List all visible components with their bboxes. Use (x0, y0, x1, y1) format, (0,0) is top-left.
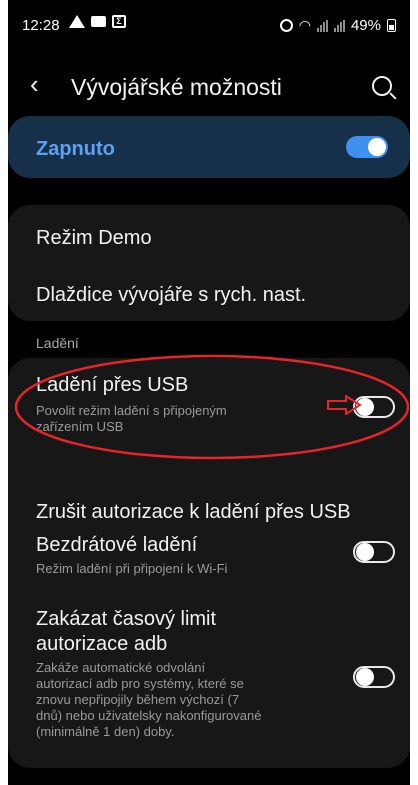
revoke-usb-auth-item[interactable]: Zrušit autorizace k ladění přes USB (36, 501, 351, 524)
signal-icon (316, 19, 328, 32)
wifi-icon: ◠ (298, 17, 311, 33)
list-item-dev-tiles[interactable]: Dlaždice vývojáře s rych. nast. (36, 284, 306, 307)
notification-icons: Σ (69, 15, 126, 28)
adb-timeout-desc-3: znovu nepřipojily během výchozí (7 (36, 692, 240, 707)
status-bar: 12:28 Σ ◠ 49% (8, 0, 410, 40)
annotation-arrow-icon (327, 395, 362, 415)
mail-icon (91, 16, 106, 27)
app-bar: ‹ Vývojářské možnosti (8, 60, 410, 110)
phone-screen: 12:28 Σ ◠ 49% ‹ Vývojářské možnosti Zapn… (8, 0, 410, 785)
back-icon[interactable]: ‹ (30, 71, 39, 97)
top-settings-card: Režim Demo Dlaždice vývojáře s rych. nas… (8, 205, 410, 321)
search-icon[interactable] (372, 76, 392, 96)
warning-icon (69, 15, 85, 28)
adb-timeout-desc-1: Zakáže automatické odvolání (36, 660, 206, 675)
list-item-demo-mode[interactable]: Režim Demo (36, 227, 152, 250)
section-header-debugging: Ladění (36, 335, 79, 351)
wireless-debugging-desc: Režim ladění při připojení k Wi-Fi (36, 561, 228, 576)
battery-percent: 49% (350, 17, 381, 34)
alarm-icon (279, 19, 293, 32)
battery-icon (387, 19, 396, 32)
signal-icon-2 (333, 19, 345, 32)
wireless-debugging-switch[interactable] (353, 541, 395, 563)
adb-timeout-desc-2: autorizací adb pro systémy, které se (36, 676, 244, 691)
adb-timeout-title-1: Zakázat časový limit (36, 608, 217, 630)
adb-timeout-switch[interactable] (353, 666, 395, 688)
sigma-icon: Σ (112, 15, 126, 28)
status-time: 12:28 (22, 17, 60, 34)
wireless-debugging-title: Bezdrátové ladění (36, 534, 198, 556)
system-icons: ◠ 49% (279, 17, 396, 34)
page-title: Vývojářské možnosti (71, 74, 282, 100)
adb-timeout-title-2: autorizace adb (36, 633, 168, 655)
master-toggle-card[interactable]: Zapnuto (8, 116, 410, 178)
master-switch[interactable] (346, 136, 388, 158)
master-toggle-label: Zapnuto (36, 138, 115, 160)
adb-timeout-desc-4: dnů) nebo uživatelsky nakonfigurované (36, 708, 262, 723)
adb-timeout-desc-5: (minimálně 1 den) doby. (36, 724, 175, 739)
